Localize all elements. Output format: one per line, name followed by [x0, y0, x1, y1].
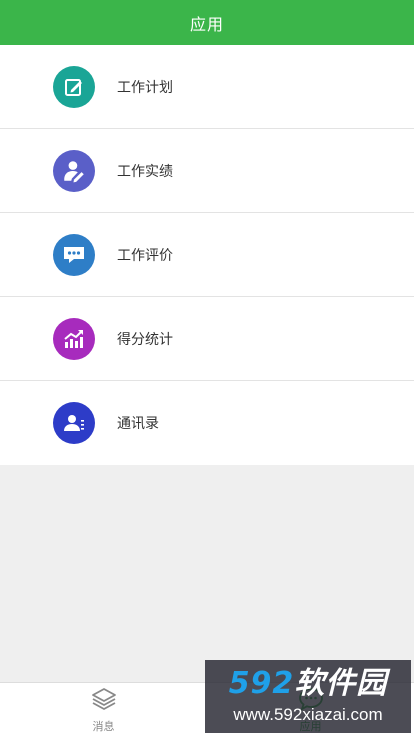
watermark-title: 592软件园 — [228, 665, 388, 701]
contacts-icon — [53, 402, 95, 444]
app-item-label: 工作计划 — [117, 79, 173, 96]
app-item-score-statistics[interactable]: 得分统计 — [0, 297, 414, 381]
watermark-logo: 592软件园 www.592xiazai.com — [205, 660, 411, 733]
page-title: 应用 — [189, 14, 224, 34]
app-item-contacts[interactable]: 通讯录 — [0, 381, 414, 465]
layers-icon — [90, 686, 118, 716]
app-header: 应用 — [0, 0, 414, 45]
watermark-text: 软件园 — [294, 665, 388, 701]
trend-chart-icon — [53, 317, 95, 360]
watermark-url: www.592xiazai.com — [233, 704, 383, 724]
user-edit-icon — [53, 149, 95, 192]
app-item-work-evaluation[interactable]: 工作评价 — [0, 213, 414, 297]
app-item-label: 工作实绩 — [117, 163, 173, 180]
app-item-label: 得分统计 — [117, 331, 173, 348]
app-list: 工作计划 工作实绩 工作评价 得分统计 通讯录 — [0, 45, 414, 465]
edit-note-icon — [53, 65, 95, 108]
app-item-work-plan[interactable]: 工作计划 — [0, 45, 414, 129]
chat-bubble-icon — [53, 233, 95, 276]
app-item-label: 通讯录 — [117, 416, 159, 432]
app-item-label: 工作评价 — [117, 247, 173, 264]
watermark-number: 592 — [228, 665, 295, 701]
tab-label: 消息 — [92, 719, 115, 733]
app-item-work-performance[interactable]: 工作实绩 — [0, 129, 414, 213]
tab-messages[interactable]: 消息 — [0, 683, 207, 736]
